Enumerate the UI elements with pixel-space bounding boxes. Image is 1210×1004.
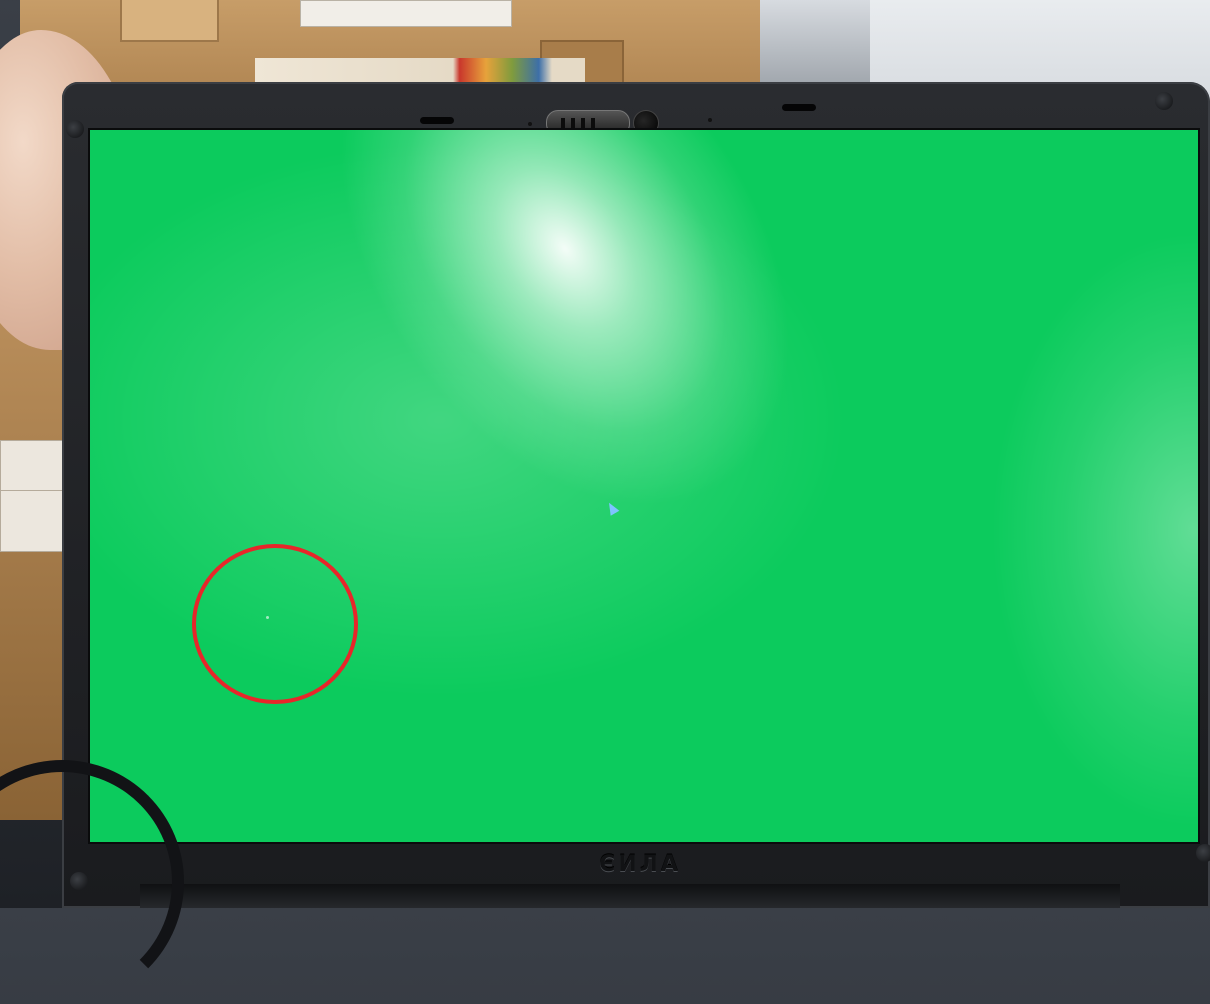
indicator-led [708, 118, 712, 122]
photo-scene: ЄИЛА [0, 0, 1210, 1004]
laptop-display [88, 128, 1200, 844]
box-window [300, 0, 512, 27]
screw-icon [1155, 92, 1173, 110]
microphone-grille [782, 104, 816, 111]
defect-highlight-circle [192, 544, 358, 704]
laptop-hinge [140, 884, 1120, 908]
box-card-2 [0, 490, 64, 552]
box-flap [120, 0, 219, 42]
screw-icon [66, 120, 84, 138]
microphone-grille [420, 117, 454, 124]
indicator-led [528, 122, 532, 126]
cardboard-box-left [0, 320, 70, 820]
screen-glare-right [990, 230, 1198, 830]
